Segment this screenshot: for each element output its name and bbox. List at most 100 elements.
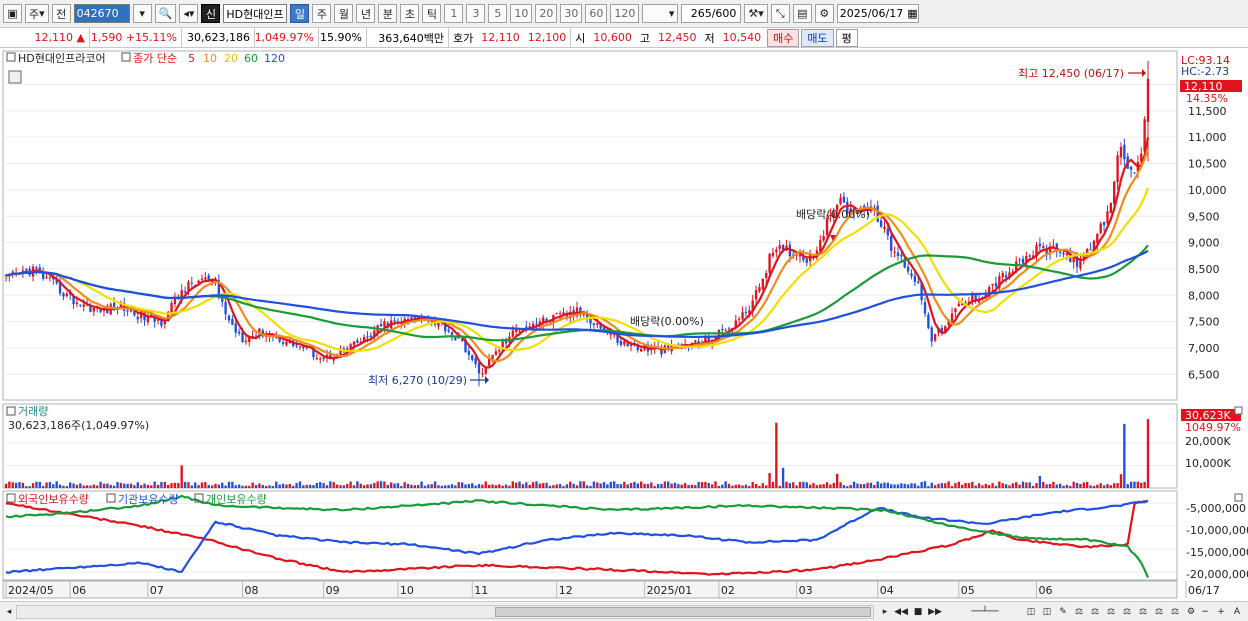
interval-10-button[interactable]: 10 bbox=[510, 4, 533, 23]
zoom-slider[interactable]: ──┴── bbox=[950, 605, 1020, 619]
table-toggle-icon[interactable] bbox=[8, 70, 22, 84]
scroll-left-icon[interactable]: ◂ bbox=[2, 605, 16, 619]
period-minute-button[interactable]: 분 bbox=[378, 4, 398, 23]
volume-bar bbox=[714, 481, 717, 488]
interval-120-button[interactable]: 120 bbox=[610, 4, 640, 23]
save-icon[interactable]: ▤ bbox=[792, 4, 812, 23]
gear-icon[interactable]: ⚙ bbox=[814, 4, 834, 23]
volume-bar bbox=[852, 481, 856, 488]
tool-icon-5[interactable]: ⚖ bbox=[1088, 605, 1102, 619]
trend-icon[interactable]: ⤡ bbox=[770, 4, 790, 23]
interval-dropdown[interactable]: ▾ bbox=[642, 4, 679, 23]
speaker-icon[interactable]: ◂▾ bbox=[179, 4, 199, 23]
interval-60-button[interactable]: 60 bbox=[585, 4, 608, 23]
volume-bar bbox=[1062, 485, 1065, 488]
eval-button[interactable]: 평 bbox=[835, 28, 858, 47]
volume-bar bbox=[640, 481, 643, 488]
forward-icon[interactable]: ▶▶ bbox=[928, 605, 942, 619]
stock-chart[interactable]: 12,00011,50011,00010,50010,0009,5009,000… bbox=[0, 48, 1248, 601]
zoom-in-icon[interactable]: + bbox=[1214, 605, 1228, 619]
interval-1-button[interactable]: 1 bbox=[444, 4, 464, 23]
volume-bar bbox=[325, 485, 329, 488]
volume-bar bbox=[960, 484, 964, 488]
period-day-button[interactable]: 일 bbox=[290, 4, 310, 23]
window-icon[interactable]: ▣ bbox=[3, 4, 22, 23]
buy-button[interactable]: 매수 bbox=[767, 28, 800, 47]
volume-bar bbox=[430, 484, 433, 488]
volume-bar bbox=[4, 483, 8, 488]
count-input[interactable]: 265/600 bbox=[681, 4, 742, 23]
volume-bar bbox=[376, 481, 379, 488]
interval-30-button[interactable]: 30 bbox=[560, 4, 583, 23]
stock-code-input[interactable]: 042670 bbox=[73, 4, 130, 23]
interval-20-button[interactable]: 20 bbox=[535, 4, 558, 23]
candle-body bbox=[596, 323, 599, 326]
stop-icon[interactable]: ■ bbox=[911, 605, 925, 619]
volume-bar bbox=[937, 483, 940, 488]
volume-bar bbox=[788, 483, 792, 488]
candle-body bbox=[640, 349, 643, 352]
volume-bar bbox=[778, 485, 781, 488]
volume-bar bbox=[582, 481, 585, 488]
volume-bar bbox=[873, 484, 876, 488]
scrollbar-track[interactable] bbox=[16, 605, 874, 619]
interval-5-button[interactable]: 5 bbox=[488, 4, 508, 23]
font-size-icon[interactable]: A bbox=[1230, 605, 1244, 619]
legend-ma5: 5 bbox=[188, 52, 195, 65]
volume-bar bbox=[829, 484, 832, 488]
candle-body bbox=[896, 252, 900, 256]
volume-bar bbox=[400, 486, 403, 488]
tool-icon-3[interactable]: ✎ bbox=[1056, 605, 1070, 619]
rewind-icon[interactable]: ◀◀ bbox=[894, 605, 908, 619]
volume-bar bbox=[724, 481, 727, 488]
volume-bar bbox=[933, 485, 937, 488]
period-month-button[interactable]: 월 bbox=[334, 4, 354, 23]
sell-button[interactable]: 매도 bbox=[801, 28, 834, 47]
volume-bar bbox=[35, 481, 38, 488]
scroll-right-icon[interactable]: ▸ bbox=[878, 605, 892, 619]
market-select[interactable]: 주 ▾ bbox=[25, 4, 49, 23]
volume-bar bbox=[187, 482, 190, 488]
volume-tick-20000k: 20,000K bbox=[1185, 435, 1231, 448]
settings-small-icon[interactable]: ⚙ bbox=[1184, 605, 1198, 619]
volume-panel-close-icon[interactable] bbox=[1234, 406, 1243, 415]
volume-bar bbox=[214, 483, 217, 488]
period-year-button[interactable]: 년 bbox=[356, 4, 376, 23]
volume-bar bbox=[1021, 481, 1025, 488]
code-dropdown-icon[interactable]: ▾ bbox=[132, 4, 152, 23]
zoom-out-icon[interactable]: − bbox=[1198, 605, 1212, 619]
tools-icon[interactable]: ⚒▾ bbox=[744, 4, 768, 23]
candle-body bbox=[82, 304, 85, 307]
candle-body bbox=[883, 226, 886, 230]
period-week-button[interactable]: 주 bbox=[312, 4, 332, 23]
tool-icon-7[interactable]: ⚖ bbox=[1120, 605, 1134, 619]
calendar-icon[interactable]: ▦ bbox=[907, 7, 917, 20]
candle-body bbox=[890, 235, 893, 251]
interval-3-button[interactable]: 3 bbox=[466, 4, 486, 23]
volume-bar bbox=[717, 485, 721, 488]
period-second-button[interactable]: 초 bbox=[400, 4, 420, 23]
volume-bar bbox=[1136, 481, 1140, 488]
volume-bar bbox=[1106, 484, 1109, 488]
holdings-panel-close-icon[interactable] bbox=[1234, 493, 1243, 502]
volume-bar bbox=[410, 484, 413, 488]
volume-bar bbox=[548, 485, 552, 488]
volume-bar bbox=[292, 485, 295, 488]
tool-icon-4[interactable]: ⚖ bbox=[1072, 605, 1086, 619]
tool-icon-6[interactable]: ⚖ bbox=[1104, 605, 1118, 619]
search-icon[interactable]: 🔍 bbox=[154, 4, 177, 23]
tool-icon-9[interactable]: ⚖ bbox=[1152, 605, 1166, 619]
tool-icon-1[interactable]: ◫ bbox=[1024, 605, 1038, 619]
volume-bar bbox=[150, 485, 153, 488]
period-tick-button[interactable]: 틱 bbox=[422, 4, 442, 23]
tool-icon-10[interactable]: ⚖ bbox=[1168, 605, 1182, 619]
scrollbar-thumb[interactable] bbox=[495, 607, 871, 617]
volume-bar bbox=[984, 483, 988, 488]
date-input[interactable]: 2025/06/17 ▦ bbox=[836, 4, 919, 23]
volume-bar bbox=[964, 482, 967, 488]
price-mode-select[interactable]: 전 bbox=[51, 4, 71, 23]
tool-icon-8[interactable]: ⚖ bbox=[1136, 605, 1150, 619]
tool-icon-2[interactable]: ◫ bbox=[1040, 605, 1054, 619]
volume-bar bbox=[1129, 481, 1133, 488]
volume-bar bbox=[420, 481, 423, 488]
